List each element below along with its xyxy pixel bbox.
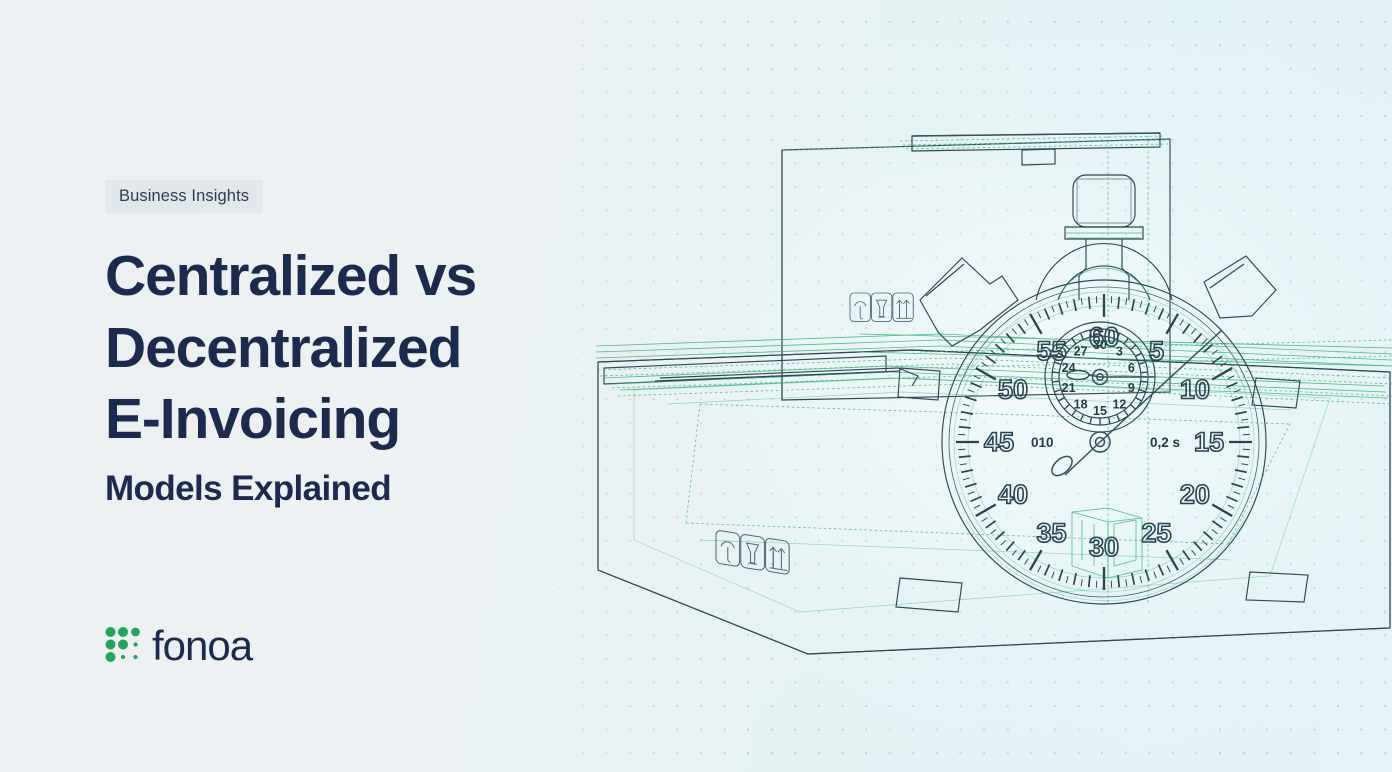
main-dial-numeral: 10 xyxy=(1180,375,1210,405)
sub-dial-numeral: 15 xyxy=(1093,404,1107,418)
fonoa-logo[interactable]: fonoa xyxy=(105,626,302,670)
sub-dial-numeral: 12 xyxy=(1112,398,1126,412)
main-dial-numeral: 45 xyxy=(984,427,1014,457)
main-dial-numeral: 15 xyxy=(1194,427,1224,457)
main-dial-numeral: 30 xyxy=(1089,532,1119,562)
sub-dial-numeral: 18 xyxy=(1074,398,1088,412)
sub-dial-numeral: 30 xyxy=(1093,338,1107,352)
main-dial-numeral: 20 xyxy=(1180,480,1210,510)
hero-banner: .ink { fill:none; stroke:#2e4754; stroke… xyxy=(0,0,1392,772)
fonoa-dot-matrix-icon xyxy=(105,627,140,662)
sub-dial-numeral: 21 xyxy=(1062,381,1076,395)
category-badge[interactable]: Business Insights xyxy=(105,180,264,214)
dial-label-left: 010 xyxy=(1031,435,1054,450)
sub-dial-numeral: 27 xyxy=(1074,344,1088,358)
package-symbols-lower xyxy=(715,527,790,576)
dial-label-right: 0,2 s xyxy=(1150,435,1180,450)
fonoa-wordmark: fonoa xyxy=(152,626,255,669)
main-dial-numeral: 50 xyxy=(998,375,1028,405)
page-subtitle: Models Explained xyxy=(105,468,392,508)
sub-dial-numeral: 9 xyxy=(1128,381,1135,395)
main-dial-numeral: 35 xyxy=(1036,518,1066,548)
stopwatch: 510152025303540455055 60 369121518212427 3… xyxy=(919,174,1277,605)
main-dial-numeral: 40 xyxy=(998,480,1028,510)
package-symbols-upper xyxy=(849,291,914,322)
page-title: Centralized vs Decentralized E-Invoicing xyxy=(105,244,477,452)
main-dial-numeral: 25 xyxy=(1141,518,1171,548)
sub-dial-numeral: 3 xyxy=(1116,344,1123,358)
fonoa-wordmark-text: fonoa xyxy=(152,626,254,669)
